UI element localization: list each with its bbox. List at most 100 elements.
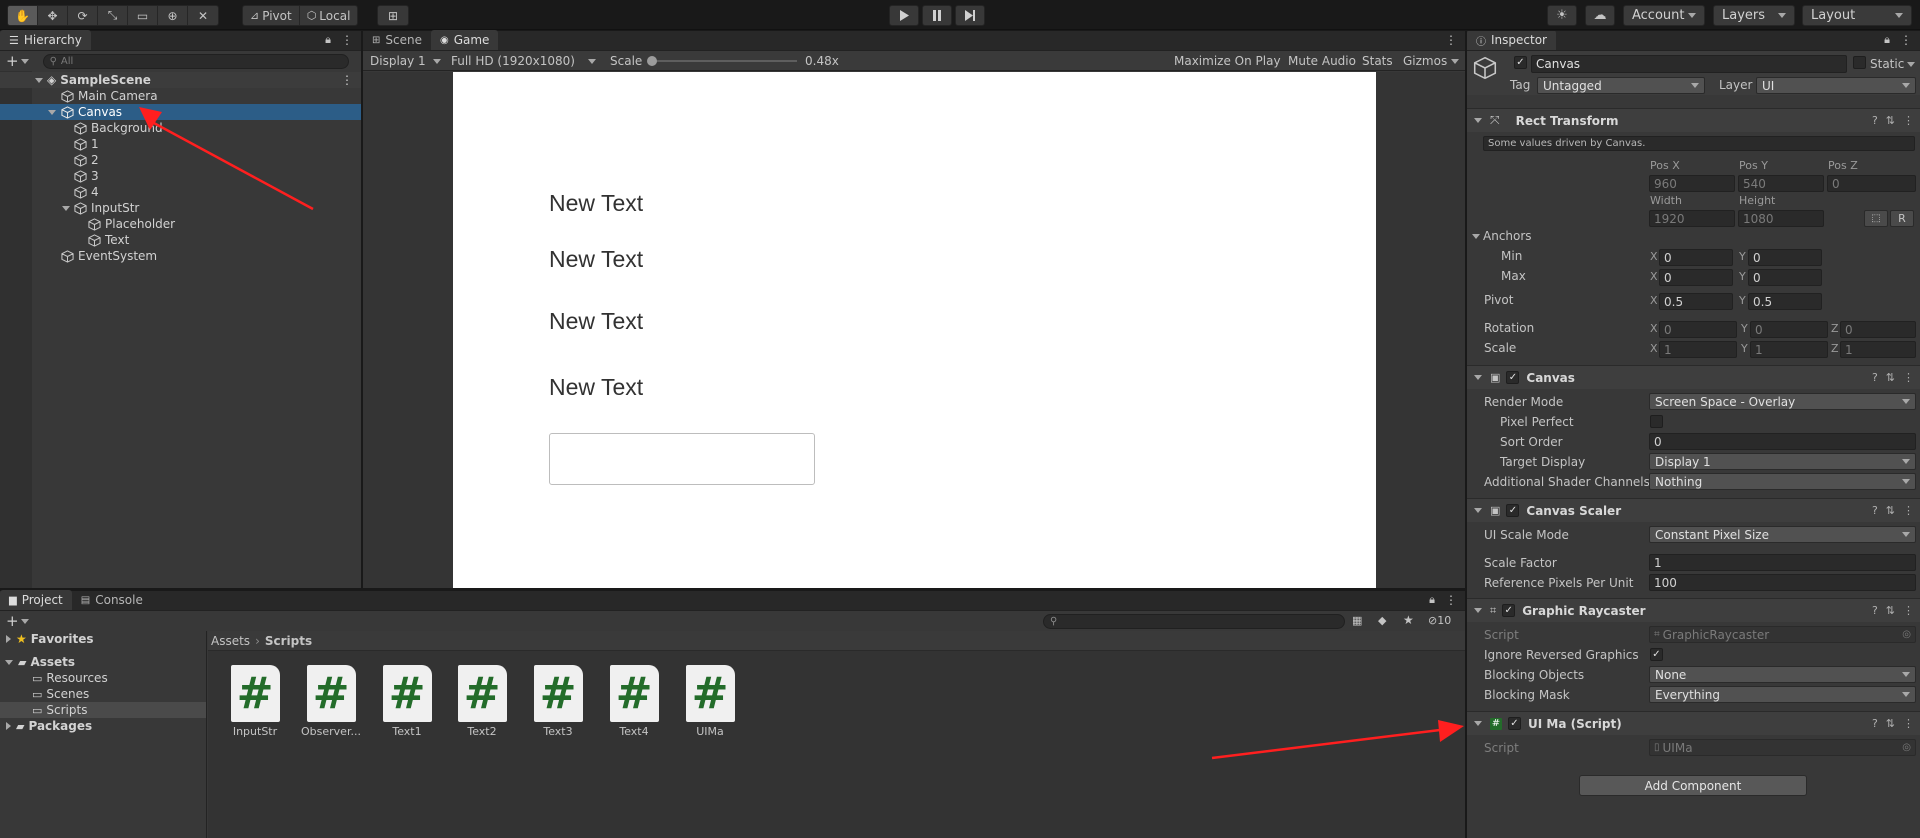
hierarchy-search-input[interactable]: ⚲ All [42,53,349,69]
lock-icon[interactable]: 🔒︎ [1429,593,1435,607]
anchor-min-x-field[interactable]: 0 [1659,249,1733,266]
add-icon[interactable]: + [6,612,19,630]
gizmos-toggle[interactable]: Gizmos [1403,54,1447,68]
more-menu-icon[interactable]: ⋮ [1900,33,1912,47]
lock-icon[interactable]: 🔒︎ [325,33,331,47]
layers-dropdown[interactable]: Layers [1713,5,1795,26]
static-checkbox[interactable] [1853,56,1866,69]
game-input-field[interactable] [549,433,815,485]
tag-dropdown[interactable]: Untagged [1537,77,1705,94]
rect-tool-icon[interactable]: ▭ [128,6,158,25]
pivot-button[interactable]: ⊿ Pivot [243,6,300,25]
maximize-on-play-toggle[interactable]: Maximize On Play [1174,54,1281,68]
preset-icon[interactable]: ⇅ [1886,371,1895,384]
chevron-down-icon[interactable] [1474,721,1482,726]
reference-ppu-field[interactable]: 100 [1649,574,1916,591]
chevron-down-icon[interactable] [1474,375,1482,380]
play-button[interactable] [889,5,919,26]
component-enabled-checkbox[interactable]: ✓ [1506,504,1520,517]
script-asset[interactable]: # Text1 [372,665,442,738]
help-icon[interactable]: ? [1872,504,1878,517]
filter-label-icon[interactable]: ◆ [1378,614,1386,627]
hierarchy-item-inputstr[interactable]: InputStr [0,200,361,216]
tree-favorites[interactable]: ★ Favorites [0,631,206,647]
local-button[interactable]: ⬡ Local [300,6,358,25]
move-tool-icon[interactable]: ✥ [38,6,68,25]
preset-icon[interactable]: ⇅ [1886,604,1895,617]
pos-y-field[interactable]: 540 [1738,175,1824,192]
rect-transform-header[interactable]: ⤧ Rect Transform ? ⇅ ⋮ [1467,108,1920,132]
more-menu-icon[interactable]: ⋮ [1445,593,1457,607]
active-checkbox[interactable]: ✓ [1514,56,1527,69]
chevron-down-icon[interactable] [1474,608,1482,613]
preset-icon[interactable]: ⇅ [1886,717,1895,730]
scale-slider-track[interactable] [652,60,797,62]
component-enabled-checkbox[interactable]: ✓ [1506,371,1520,384]
rotation-y-field[interactable]: 0 [1750,321,1828,338]
tab-project[interactable]: ▆ Project [0,590,72,610]
hidden-count-icon[interactable]: ⊘10 [1428,614,1451,627]
project-search-input[interactable]: ⚲ [1043,614,1345,629]
render-mode-dropdown[interactable]: Screen Space - Overlay [1649,393,1916,410]
preset-icon[interactable]: ⇅ [1886,114,1895,127]
pos-z-field[interactable]: 0 [1827,175,1916,192]
more-menu-icon[interactable]: ⋮ [1903,604,1914,617]
hierarchy-item-placeholder[interactable]: Placeholder [0,216,361,232]
layout-dropdown[interactable]: Layout [1802,5,1912,26]
tree-folder-resources[interactable]: ▭ Resources [0,670,206,686]
rotate-tool-icon[interactable]: ⟳ [68,6,98,25]
scale-x-field[interactable]: 1 [1659,341,1737,358]
filter-type-icon[interactable]: ▦ [1352,614,1362,627]
component-enabled-checkbox[interactable]: ✓ [1508,717,1521,730]
chevron-down-icon[interactable] [1472,234,1480,239]
chevron-down-icon[interactable] [20,618,29,624]
pivot-y-field[interactable]: 0.5 [1748,293,1822,310]
tab-game[interactable]: ◉ Game [430,30,499,50]
custom-tool-icon[interactable]: ✕ [188,6,218,25]
layer-dropdown[interactable]: UI [1756,77,1916,94]
ui-scale-mode-dropdown[interactable]: Constant Pixel Size [1649,526,1916,543]
pos-x-field[interactable]: 960 [1649,175,1735,192]
tab-inspector[interactable]: ⓘ Inspector [1467,31,1556,50]
script-asset[interactable]: # Observer... [296,665,366,738]
resolution-dropdown[interactable]: Full HD (1920x1080) [447,52,600,70]
anchor-min-y-field[interactable]: 0 [1748,249,1822,266]
blueprint-mode-button[interactable]: ⬚ [1864,210,1888,227]
target-display-dropdown[interactable]: Display 1 [1649,453,1916,470]
display-dropdown[interactable]: Display 1 [366,52,445,70]
sort-order-field[interactable]: 0 [1649,433,1916,450]
grid-snap-icon[interactable]: ⊞ [378,6,408,25]
chevron-down-icon[interactable] [48,109,56,115]
object-name-input[interactable]: Canvas [1531,55,1847,73]
rotation-x-field[interactable]: 0 [1659,321,1737,338]
tab-scene[interactable]: ⊞ Scene [363,30,431,50]
scale-z-field[interactable]: 1 [1840,341,1916,358]
favorite-star-icon[interactable]: ★ [1403,613,1414,627]
uima-script-header[interactable]: # ✓ UI Ma (Script) ? ⇅ ⋮ [1467,711,1920,735]
tab-console[interactable]: ▤ Console [72,590,152,610]
width-field[interactable]: 1920 [1649,210,1735,227]
chevron-down-icon[interactable] [1474,118,1482,123]
chevron-down-icon[interactable] [1451,59,1459,64]
more-menu-icon[interactable]: ⋮ [1903,371,1914,384]
lock-icon[interactable]: 🔒︎ [1884,33,1890,47]
scale-slider-thumb[interactable] [647,56,657,66]
tree-folder-scenes[interactable]: ▭ Scenes [0,686,206,702]
transform-tool-icon[interactable]: ⊕ [158,6,188,25]
scale-tool-icon[interactable]: ⤡ [98,6,128,25]
pivot-x-field[interactable]: 0.5 [1659,293,1733,310]
blocking-objects-dropdown[interactable]: None [1649,666,1916,683]
hierarchy-item-1[interactable]: 1 [0,136,361,152]
chevron-down-icon[interactable] [35,77,43,83]
script-asset[interactable]: # InputStr [220,665,290,738]
scale-y-field[interactable]: 1 [1750,341,1828,358]
scene-row[interactable]: ◈ SampleScene ⋮ [0,72,361,88]
help-icon[interactable]: ? [1872,371,1878,384]
hierarchy-item-main-camera[interactable]: Main Camera [0,88,361,104]
hierarchy-item-background[interactable]: Background [0,120,361,136]
tree-packages[interactable]: ▰ Packages [0,718,206,734]
more-menu-icon[interactable]: ⋮ [1445,33,1457,47]
canvas-scaler-header[interactable]: ▣ ✓ Canvas Scaler ? ⇅ ⋮ [1467,498,1920,522]
target-icon[interactable]: ◎ [1902,629,1911,640]
hierarchy-item-2[interactable]: 2 [0,152,361,168]
